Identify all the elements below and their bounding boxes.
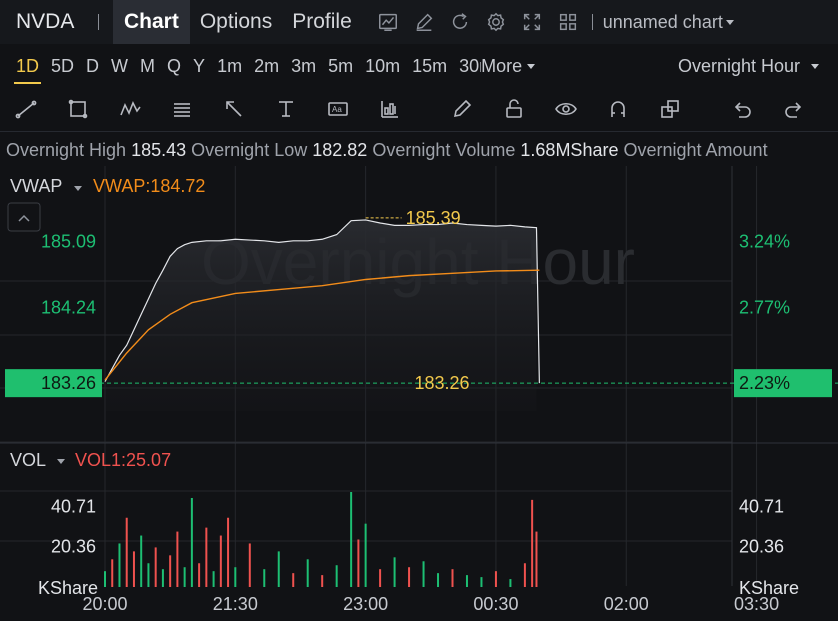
chart-type-icon[interactable] [370, 0, 406, 44]
lock-icon[interactable] [488, 86, 540, 132]
period-bar: 1D 5D D W M Q Y 1m 2m 3m 5m 10m 15m 30r … [0, 46, 838, 86]
vwap-indicator-value: VWAP:184.72 [93, 176, 205, 196]
fullscreen-icon[interactable] [514, 0, 550, 44]
more-label: More [481, 55, 523, 76]
chart-name-dropdown[interactable]: unnamed chart [603, 12, 735, 33]
period-10m[interactable]: 10m [359, 46, 406, 86]
top-bar: NVDA Chart Options Profile unnamed chart [0, 0, 838, 44]
trend-line-tool-icon[interactable] [0, 86, 52, 132]
caret-down-icon[interactable] [57, 459, 65, 464]
max-price-marker: 185.39 [406, 208, 461, 228]
period-m[interactable]: M [134, 46, 161, 86]
percent-axis-label: 2.77% [739, 297, 790, 317]
price-axis-label: 185.09 [41, 232, 96, 252]
period-30m[interactable]: 30r [453, 46, 481, 86]
caret-down-icon [527, 64, 536, 69]
low-value: 182.82 [312, 140, 368, 160]
time-axis-label: 21:30 [213, 594, 258, 614]
tab-chart[interactable]: Chart [113, 0, 190, 44]
volume-label: Overnight Volume [372, 140, 516, 160]
text-tool-icon[interactable]: Aa [312, 86, 364, 132]
drawing-toolbar: Aa [0, 86, 838, 132]
time-axis-label: 20:00 [82, 594, 127, 614]
volume-axis-label-right: 20.36 [739, 537, 784, 557]
vwap-indicator-name[interactable]: VWAP [10, 176, 62, 196]
volume-axis-label: 20.36 [51, 537, 96, 557]
redo-icon[interactable] [768, 86, 820, 132]
amount-label: Overnight Amount [623, 140, 768, 160]
indicator-tool-icon[interactable] [364, 86, 416, 132]
period-1m[interactable]: 1m [211, 46, 248, 86]
brush-tool-icon[interactable] [436, 86, 488, 132]
session-label: Overnight Hour [677, 56, 800, 76]
chevron-up-icon [18, 214, 30, 222]
low-label: Overnight Low [191, 140, 308, 160]
high-value: 185.43 [131, 140, 187, 160]
chart-name-label: unnamed chart [602, 11, 723, 32]
period-2m[interactable]: 2m [248, 46, 285, 86]
period-w[interactable]: W [105, 46, 134, 86]
period-5d[interactable]: 5D [45, 46, 80, 86]
period-15m[interactable]: 15m [406, 46, 453, 86]
layout-grid-icon[interactable] [550, 0, 586, 44]
period-q[interactable]: Q [161, 46, 187, 86]
price-axis-label: 184.24 [41, 297, 96, 317]
period-3m[interactable]: 3m [285, 46, 322, 86]
caret-down-icon [811, 64, 819, 69]
magnet-icon[interactable] [592, 86, 644, 132]
caret-down-icon [725, 20, 734, 25]
time-axis-label: 00:30 [473, 594, 518, 614]
period-y[interactable]: Y [187, 46, 211, 86]
measure-tool-icon[interactable] [260, 86, 312, 132]
divider [591, 14, 593, 30]
vol-indicator-name[interactable]: VOL [10, 450, 46, 470]
eye-icon[interactable] [540, 86, 592, 132]
current-percent-tag-text: 2.23% [739, 373, 790, 393]
collapse-button[interactable] [7, 202, 41, 232]
edit-icon[interactable] [406, 0, 442, 44]
trash-icon[interactable] [820, 86, 838, 132]
layers-icon[interactable] [644, 86, 696, 132]
refresh-icon[interactable] [442, 0, 478, 44]
overnight-stats: Overnight High 185.43 Overnight Low 182.… [6, 140, 768, 161]
high-label: Overnight High [6, 140, 127, 160]
gear-icon[interactable] [478, 0, 514, 44]
divider [98, 14, 99, 30]
volume-axis-label-right: 40.71 [739, 496, 784, 516]
time-axis-label: 23:00 [343, 594, 388, 614]
period-1d[interactable]: 1D [10, 46, 45, 86]
volume-value: 1.68MShare [520, 140, 619, 160]
session-dropdown[interactable]: Overnight Hour [678, 46, 820, 86]
fibonacci-tool-icon[interactable] [156, 86, 208, 132]
caret-down-icon[interactable] [74, 186, 82, 191]
more-periods-dropdown[interactable]: More [481, 56, 536, 77]
period-d[interactable]: D [80, 46, 105, 86]
svg-text:Aa: Aa [332, 105, 342, 114]
percent-axis-label: 3.24% [739, 232, 790, 252]
volume-axis-label: 40.71 [51, 496, 96, 516]
arrow-tool-icon[interactable] [208, 86, 260, 132]
pattern-tool-icon[interactable] [104, 86, 156, 132]
time-axis-label: 02:00 [604, 594, 649, 614]
current-price-label: 183.26 [414, 373, 469, 393]
tab-profile[interactable]: Profile [282, 0, 362, 44]
time-axis-label: 03:30 [734, 594, 779, 614]
price-chart[interactable]: Overnight Hour VWAP VWAP:184.72 185.3918… [0, 166, 838, 621]
ticker-symbol: NVDA [16, 10, 75, 33]
tab-options[interactable]: Options [190, 0, 282, 44]
current-price-tag-text: 183.26 [41, 373, 96, 393]
period-5m[interactable]: 5m [322, 46, 359, 86]
undo-icon[interactable] [716, 86, 768, 132]
vol-indicator-value: VOL1:25.07 [75, 450, 171, 470]
rectangle-tool-icon[interactable] [52, 86, 104, 132]
